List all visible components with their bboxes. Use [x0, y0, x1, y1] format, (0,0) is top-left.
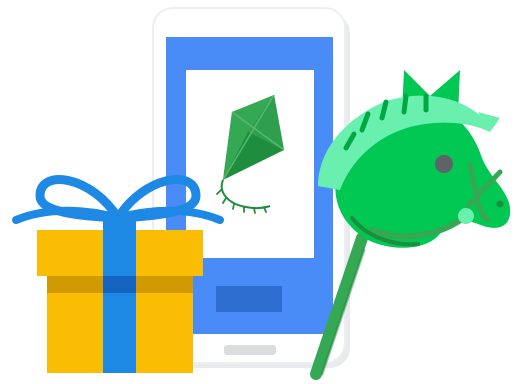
gift-box-icon [12, 175, 224, 373]
horse-eye [435, 155, 453, 173]
phone-screen-button [216, 286, 282, 312]
phone-home-bar [224, 345, 276, 355]
gift-ribbon-shadow [103, 276, 136, 293]
horse-nostril [496, 200, 504, 208]
illustration [0, 0, 526, 384]
gift-ribbon-vertical [103, 215, 136, 373]
horse-bridle-ring [458, 208, 474, 224]
illustration-canvas [12, 7, 511, 380]
